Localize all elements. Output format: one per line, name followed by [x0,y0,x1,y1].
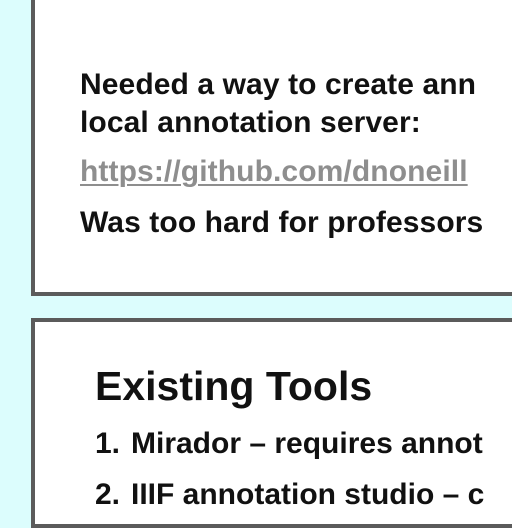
body-text-line: Was too hard for professors [80,206,484,239]
list-item-text: Mirador – requires annot [131,427,483,460]
list-item: 1. Mirador – requires annot [95,429,483,459]
slide-heading: Existing Tools [95,363,373,409]
list-item-number: 1. [95,427,121,460]
body-text-line: local annotation server: [80,106,421,139]
list-item: 2. IIIF annotation studio – c [95,480,484,510]
list-item-text: IIIF annotation studio – c [131,478,485,511]
github-link[interactable]: https://github.com/dnoneill [80,157,468,187]
slide-top: Needed a way to create ann local annotat… [31,0,512,296]
list-item-number: 2. [95,478,121,511]
body-text-line: Needed a way to create ann [80,68,477,101]
slide-bottom: Existing Tools 1. Mirador – requires ann… [31,318,512,528]
